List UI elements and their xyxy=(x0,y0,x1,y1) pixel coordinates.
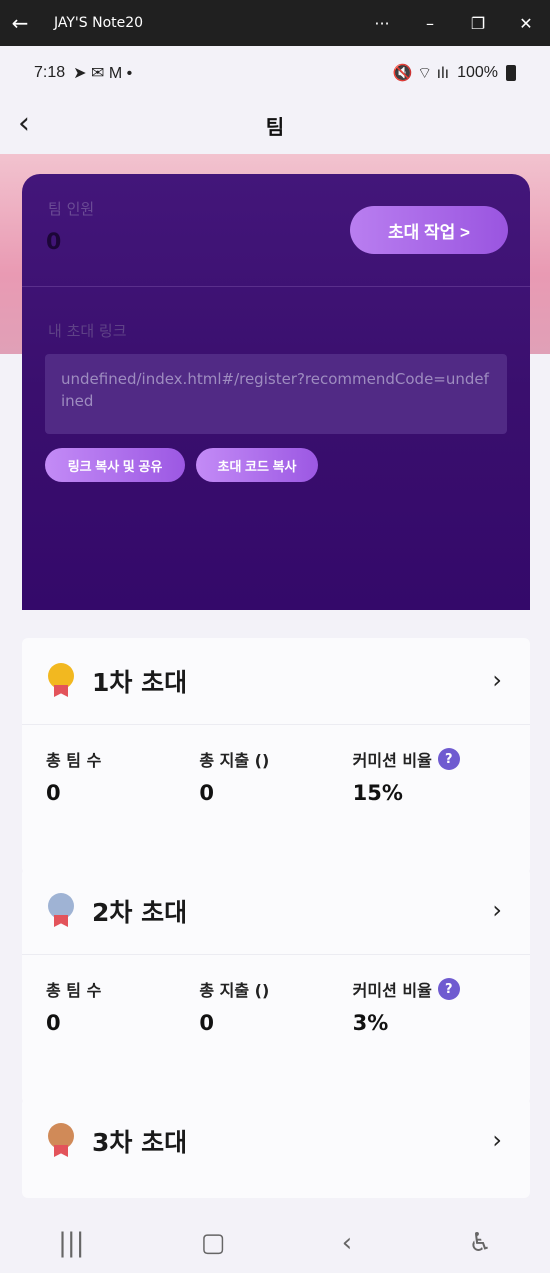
back-chevron-icon[interactable]: ‹ xyxy=(18,106,30,141)
restore-icon[interactable]: ❐ xyxy=(454,14,502,33)
clock: 7:18 xyxy=(34,64,66,81)
status-bar: 7:18 ➤ ✉ M • 🔇 ⌔ ılı 100% xyxy=(0,46,550,100)
recent-apps-icon[interactable]: ||| xyxy=(58,1228,84,1258)
commission-rate-value: 15% xyxy=(352,781,403,805)
total-spend-label: 총 지출 () xyxy=(199,981,270,1000)
notification-icons: ➤ ✉ M • xyxy=(73,65,133,82)
chevron-right-icon[interactable]: › xyxy=(492,666,502,694)
level-2-card: 2차 초대 › 총 팀 수 0 총 지출 () 0 커미션 비율? 3% xyxy=(22,868,530,1104)
page-title: 팀 xyxy=(265,114,285,139)
level-2-stats: 총 팀 수 0 총 지출 () 0 커미션 비율? 3% xyxy=(22,955,530,1035)
chevron-right-icon[interactable]: › xyxy=(492,896,502,924)
invite-link-field[interactable]: undefined/index.html#/register?recommend… xyxy=(45,354,507,434)
total-team-value: 0 xyxy=(46,781,61,805)
phone-screen: 7:18 ➤ ✉ M • 🔇 ⌔ ılı 100% ‹ 팀 팀 인원 0 초대 … xyxy=(0,46,550,1273)
level-1-card: 1차 초대 › 총 팀 수 0 총 지출 () 0 커미션 비율? 15% xyxy=(22,638,530,874)
gold-medal-icon xyxy=(46,663,76,699)
battery-icon xyxy=(506,65,516,81)
invite-task-button[interactable]: 초대 작업 > xyxy=(350,206,508,254)
android-nav-bar: ||| ▢ ‹ ♿ xyxy=(0,1213,550,1273)
total-spend-value: 0 xyxy=(199,781,214,805)
back-arrow-icon[interactable]: ← xyxy=(0,11,40,35)
level-name: 1차 초대 xyxy=(92,668,188,697)
silver-medal-icon xyxy=(46,893,76,929)
commission-rate-label: 커미션 비율 xyxy=(352,751,432,770)
level-1-header[interactable]: 1차 초대 › xyxy=(22,638,530,724)
total-team-label: 총 팀 수 xyxy=(46,751,102,770)
copy-invite-code-button[interactable]: 초대 코드 복사 xyxy=(196,448,318,482)
minimize-icon[interactable]: – xyxy=(406,14,454,33)
window-title: JAY'S Note20 xyxy=(54,15,144,31)
accessibility-icon[interactable]: ♿ xyxy=(468,1228,491,1258)
home-icon[interactable]: ▢ xyxy=(201,1228,226,1258)
level-1-stats: 총 팀 수 0 총 지출 () 0 커미션 비율? 15% xyxy=(22,725,530,805)
chevron-right-icon[interactable]: › xyxy=(492,1126,502,1154)
back-nav-icon[interactable]: ‹ xyxy=(342,1228,352,1258)
invite-link-label: 내 초대 링크 xyxy=(48,322,127,340)
close-icon[interactable]: ✕ xyxy=(502,14,550,33)
card-divider xyxy=(22,286,530,287)
signal-icons: 🔇 ⌔ ılı xyxy=(392,65,450,82)
team-count-label: 팀 인원 xyxy=(48,200,95,218)
help-icon[interactable]: ? xyxy=(437,978,460,1000)
level-2-header[interactable]: 2차 초대 › xyxy=(22,868,530,954)
total-spend-label: 총 지출 () xyxy=(199,751,270,770)
total-team-value: 0 xyxy=(46,1011,61,1035)
window-titlebar: ← JAY'S Note20 ··· – ❐ ✕ xyxy=(0,0,550,46)
total-spend-value: 0 xyxy=(199,1011,214,1035)
total-team-label: 총 팀 수 xyxy=(46,981,102,1000)
more-options-icon[interactable]: ··· xyxy=(358,14,406,33)
copy-share-link-button[interactable]: 링크 복사 및 공유 xyxy=(45,448,185,482)
commission-rate-value: 3% xyxy=(352,1011,389,1035)
level-3-card: 3차 초대 › xyxy=(22,1098,530,1198)
level-name: 3차 초대 xyxy=(92,1128,188,1157)
level-3-header[interactable]: 3차 초대 › xyxy=(22,1098,530,1184)
battery-percent: 100% xyxy=(457,64,498,81)
bronze-medal-icon xyxy=(46,1123,76,1159)
help-icon[interactable]: ? xyxy=(437,748,460,770)
level-name: 2차 초대 xyxy=(92,898,188,927)
page-header: ‹ 팀 xyxy=(0,100,550,150)
commission-rate-label: 커미션 비율 xyxy=(352,981,432,1000)
team-count-value: 0 xyxy=(46,230,62,255)
team-summary-card: 팀 인원 0 초대 작업 > 내 초대 링크 undefined/index.h… xyxy=(22,174,530,610)
